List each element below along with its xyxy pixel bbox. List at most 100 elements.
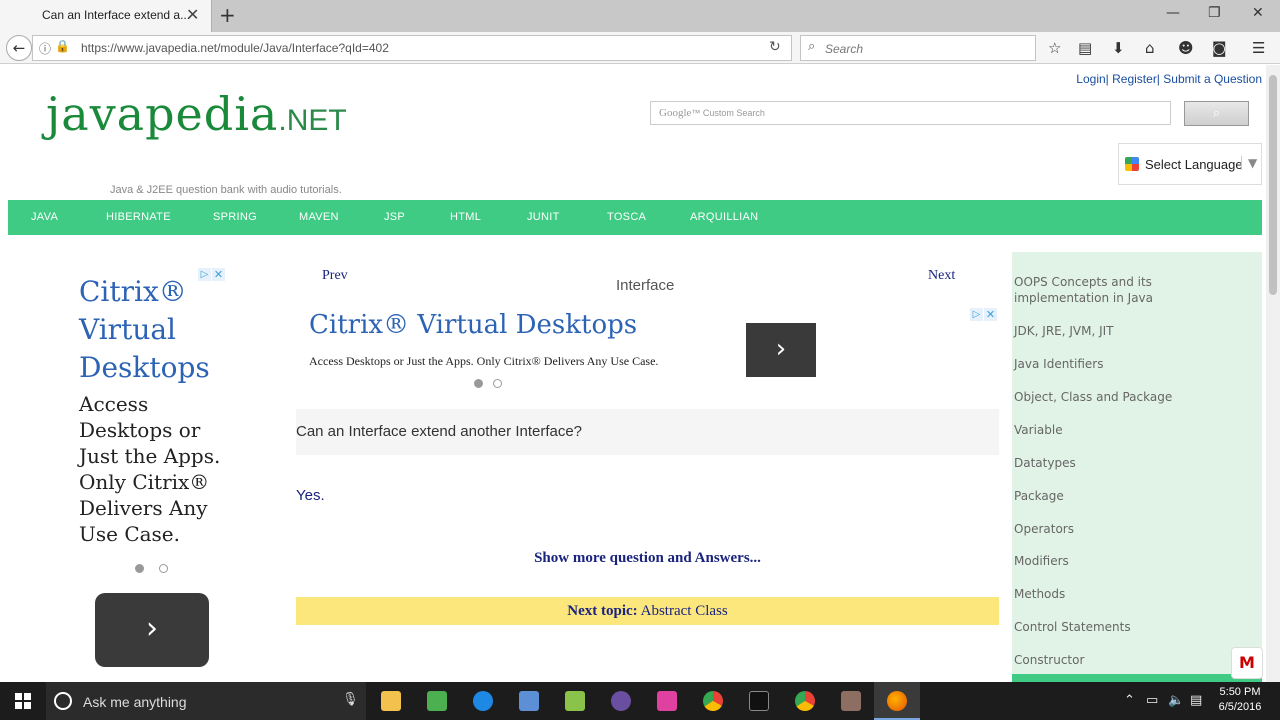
google-search-button[interactable]: ⌕ <box>1184 101 1249 126</box>
sidebar-item-variable[interactable]: Variable <box>1014 422 1246 438</box>
close-window-icon[interactable]: ✕ <box>1252 5 1264 21</box>
bookmark-star-icon[interactable]: ☆ <box>1048 39 1061 57</box>
left-ad-next-button[interactable]: › <box>95 593 209 667</box>
chevron-up-icon[interactable]: ⌃ <box>1124 693 1135 708</box>
eclipse-app[interactable] <box>598 682 644 720</box>
sidebar-item-object-class[interactable]: Object, Class and Package <box>1014 389 1246 405</box>
file-explorer-app[interactable] <box>368 682 414 720</box>
cortana-search-box[interactable]: Ask me anything 🎙 <box>46 682 366 720</box>
submit-question-link[interactable]: Submit a Question <box>1163 72 1262 86</box>
sidebar-item-control-statements[interactable]: Control Statements <box>1014 619 1246 635</box>
register-link[interactable]: Register| <box>1112 72 1160 86</box>
search-placeholder: Search <box>825 42 864 56</box>
web-page: Login| Register| Submit a Question javap… <box>0 65 1266 682</box>
menu-item-tosca[interactable]: TOSCA <box>607 211 646 223</box>
microphone-icon[interactable]: 🎙 <box>342 692 359 707</box>
lock-icon[interactable]: 🔒 <box>55 39 70 53</box>
chrome-app-2[interactable] <box>782 682 828 720</box>
reload-icon[interactable]: ↻ <box>769 39 781 55</box>
pocket-icon[interactable]: ◙ <box>1212 39 1227 57</box>
page-title: Interface <box>616 277 675 294</box>
main-menu: JAVA HIBERNATE SPRING MAVEN JSP HTML JUN… <box>8 200 1262 235</box>
back-button[interactable]: ← <box>6 35 32 61</box>
sidebar-item-constructor[interactable]: Constructor <box>1014 652 1246 668</box>
remote-desktop-app[interactable] <box>506 682 552 720</box>
sidebar-item-operators[interactable]: Operators <box>1014 521 1246 537</box>
menu-item-jsp[interactable]: JSP <box>384 211 405 223</box>
internet-explorer-app[interactable] <box>460 682 506 720</box>
terminal-app[interactable] <box>736 682 782 720</box>
tab-title: Can an Interface extend a... <box>42 8 191 22</box>
center-ad-next-button[interactable]: › <box>746 323 816 377</box>
sidebar-item-oops[interactable]: OOPS Concepts and its implementation in … <box>1014 274 1246 306</box>
sidebar-item-modifiers[interactable]: Modifiers <box>1014 553 1246 569</box>
downloads-icon[interactable]: ⬇ <box>1112 39 1125 57</box>
firefox-app[interactable] <box>874 682 920 720</box>
left-ad-headline[interactable]: Citrix® Virtual Desktops <box>79 273 259 387</box>
volume-icon[interactable]: 🔈 <box>1168 693 1184 708</box>
start-button[interactable] <box>0 682 46 720</box>
notifications-icon[interactable]: ▤ <box>1190 693 1202 708</box>
windows-taskbar: Ask me anything 🎙 ⌃ ▭ 🔈 ▤ 5:50 PM 6/5/20… <box>0 682 1280 720</box>
google-search-input[interactable]: Google™ Custom Search <box>650 101 1171 125</box>
browser-tab-bar: Can an Interface extend a... ✕ + — ❐ ✕ <box>0 0 1280 32</box>
bookmarks-list-icon[interactable]: ▤ <box>1078 39 1092 57</box>
media-app[interactable] <box>644 682 690 720</box>
browser-search-input[interactable]: ⌕ Search <box>800 35 1036 61</box>
sidebar-active-item[interactable] <box>1012 674 1262 682</box>
next-link[interactable]: Next <box>928 268 955 284</box>
show-more-link[interactable]: Show more question and Answers... <box>296 550 999 567</box>
chrome-app[interactable] <box>690 682 736 720</box>
menu-item-html[interactable]: HTML <box>450 211 481 223</box>
folder-icon <box>381 691 401 711</box>
sidebar-item-datatypes[interactable]: Datatypes <box>1014 455 1246 471</box>
menu-icon[interactable]: ☰ <box>1252 39 1265 57</box>
url-bar[interactable]: ⓘ 🔒 https://www.javapedia.net/module/Jav… <box>32 35 792 61</box>
game-app[interactable] <box>828 682 874 720</box>
info-icon[interactable]: ⓘ <box>39 40 51 57</box>
page-scrollbar[interactable] <box>1266 65 1280 682</box>
site-logo[interactable]: javapedia.NET <box>46 87 347 163</box>
center-ad-body: Access Desktops or Just the Apps. Only C… <box>309 354 659 368</box>
scrollbar-thumb[interactable] <box>1269 75 1277 295</box>
minimize-icon[interactable]: — <box>1166 5 1180 21</box>
carousel-dot[interactable] <box>493 379 502 388</box>
url-text[interactable]: https://www.javapedia.net/module/Java/In… <box>81 41 389 55</box>
menu-item-spring[interactable]: SPRING <box>213 211 257 223</box>
firefox-icon <box>887 691 907 711</box>
remote-desktop-icon <box>519 691 539 711</box>
sidebar-item-identifiers[interactable]: Java Identifiers <box>1014 356 1246 372</box>
restore-icon[interactable]: ❐ <box>1208 5 1221 21</box>
menu-item-java[interactable]: JAVA <box>31 211 58 223</box>
mcafee-icon[interactable]: M <box>1231 647 1263 679</box>
carousel-dot-active[interactable] <box>474 379 483 388</box>
menu-item-junit[interactable]: JUNIT <box>527 211 560 223</box>
language-select[interactable]: Select Language ▼ <box>1118 143 1262 185</box>
sidebar-item-methods[interactable]: Methods <box>1014 586 1246 602</box>
carousel-dot[interactable] <box>159 564 168 573</box>
menu-item-hibernate[interactable]: HIBERNATE <box>106 211 171 223</box>
taskbar-clock[interactable]: 5:50 PM 6/5/2016 <box>1212 685 1268 715</box>
close-tab-icon[interactable]: ✕ <box>186 5 199 24</box>
ad-close-icon[interactable]: ✕ <box>984 308 997 321</box>
new-tab-icon[interactable]: + <box>219 3 236 27</box>
carousel-dot-active[interactable] <box>135 564 144 573</box>
google-search-placeholder: Google™ Custom Search <box>659 107 765 119</box>
next-topic-link[interactable]: Abstract Class <box>641 603 728 619</box>
ad-info-icon[interactable]: ▷ <box>970 308 983 321</box>
browser-tab[interactable]: Can an Interface extend a... ✕ <box>0 0 212 32</box>
ad-choices[interactable]: ▷ ✕ <box>970 308 998 321</box>
prev-link[interactable]: Prev <box>322 268 348 284</box>
home-icon[interactable]: ⌂ <box>1145 39 1155 57</box>
login-link[interactable]: Login| <box>1076 72 1108 86</box>
notepad-app[interactable] <box>552 682 598 720</box>
store-app[interactable] <box>414 682 460 720</box>
menu-item-maven[interactable]: MAVEN <box>299 211 339 223</box>
sidebar-item-package[interactable]: Package <box>1014 488 1246 504</box>
sidebar-item-jdk[interactable]: JDK, JRE, JVM, JIT <box>1014 323 1246 339</box>
account-links: Login| Register| Submit a Question <box>1076 72 1262 86</box>
center-ad-headline[interactable]: Citrix® Virtual Desktops <box>309 310 637 340</box>
chat-icon[interactable]: ☻ <box>1178 39 1194 57</box>
menu-item-arquillian[interactable]: ARQUILLIAN <box>690 211 758 223</box>
network-icon[interactable]: ▭ <box>1146 693 1158 708</box>
